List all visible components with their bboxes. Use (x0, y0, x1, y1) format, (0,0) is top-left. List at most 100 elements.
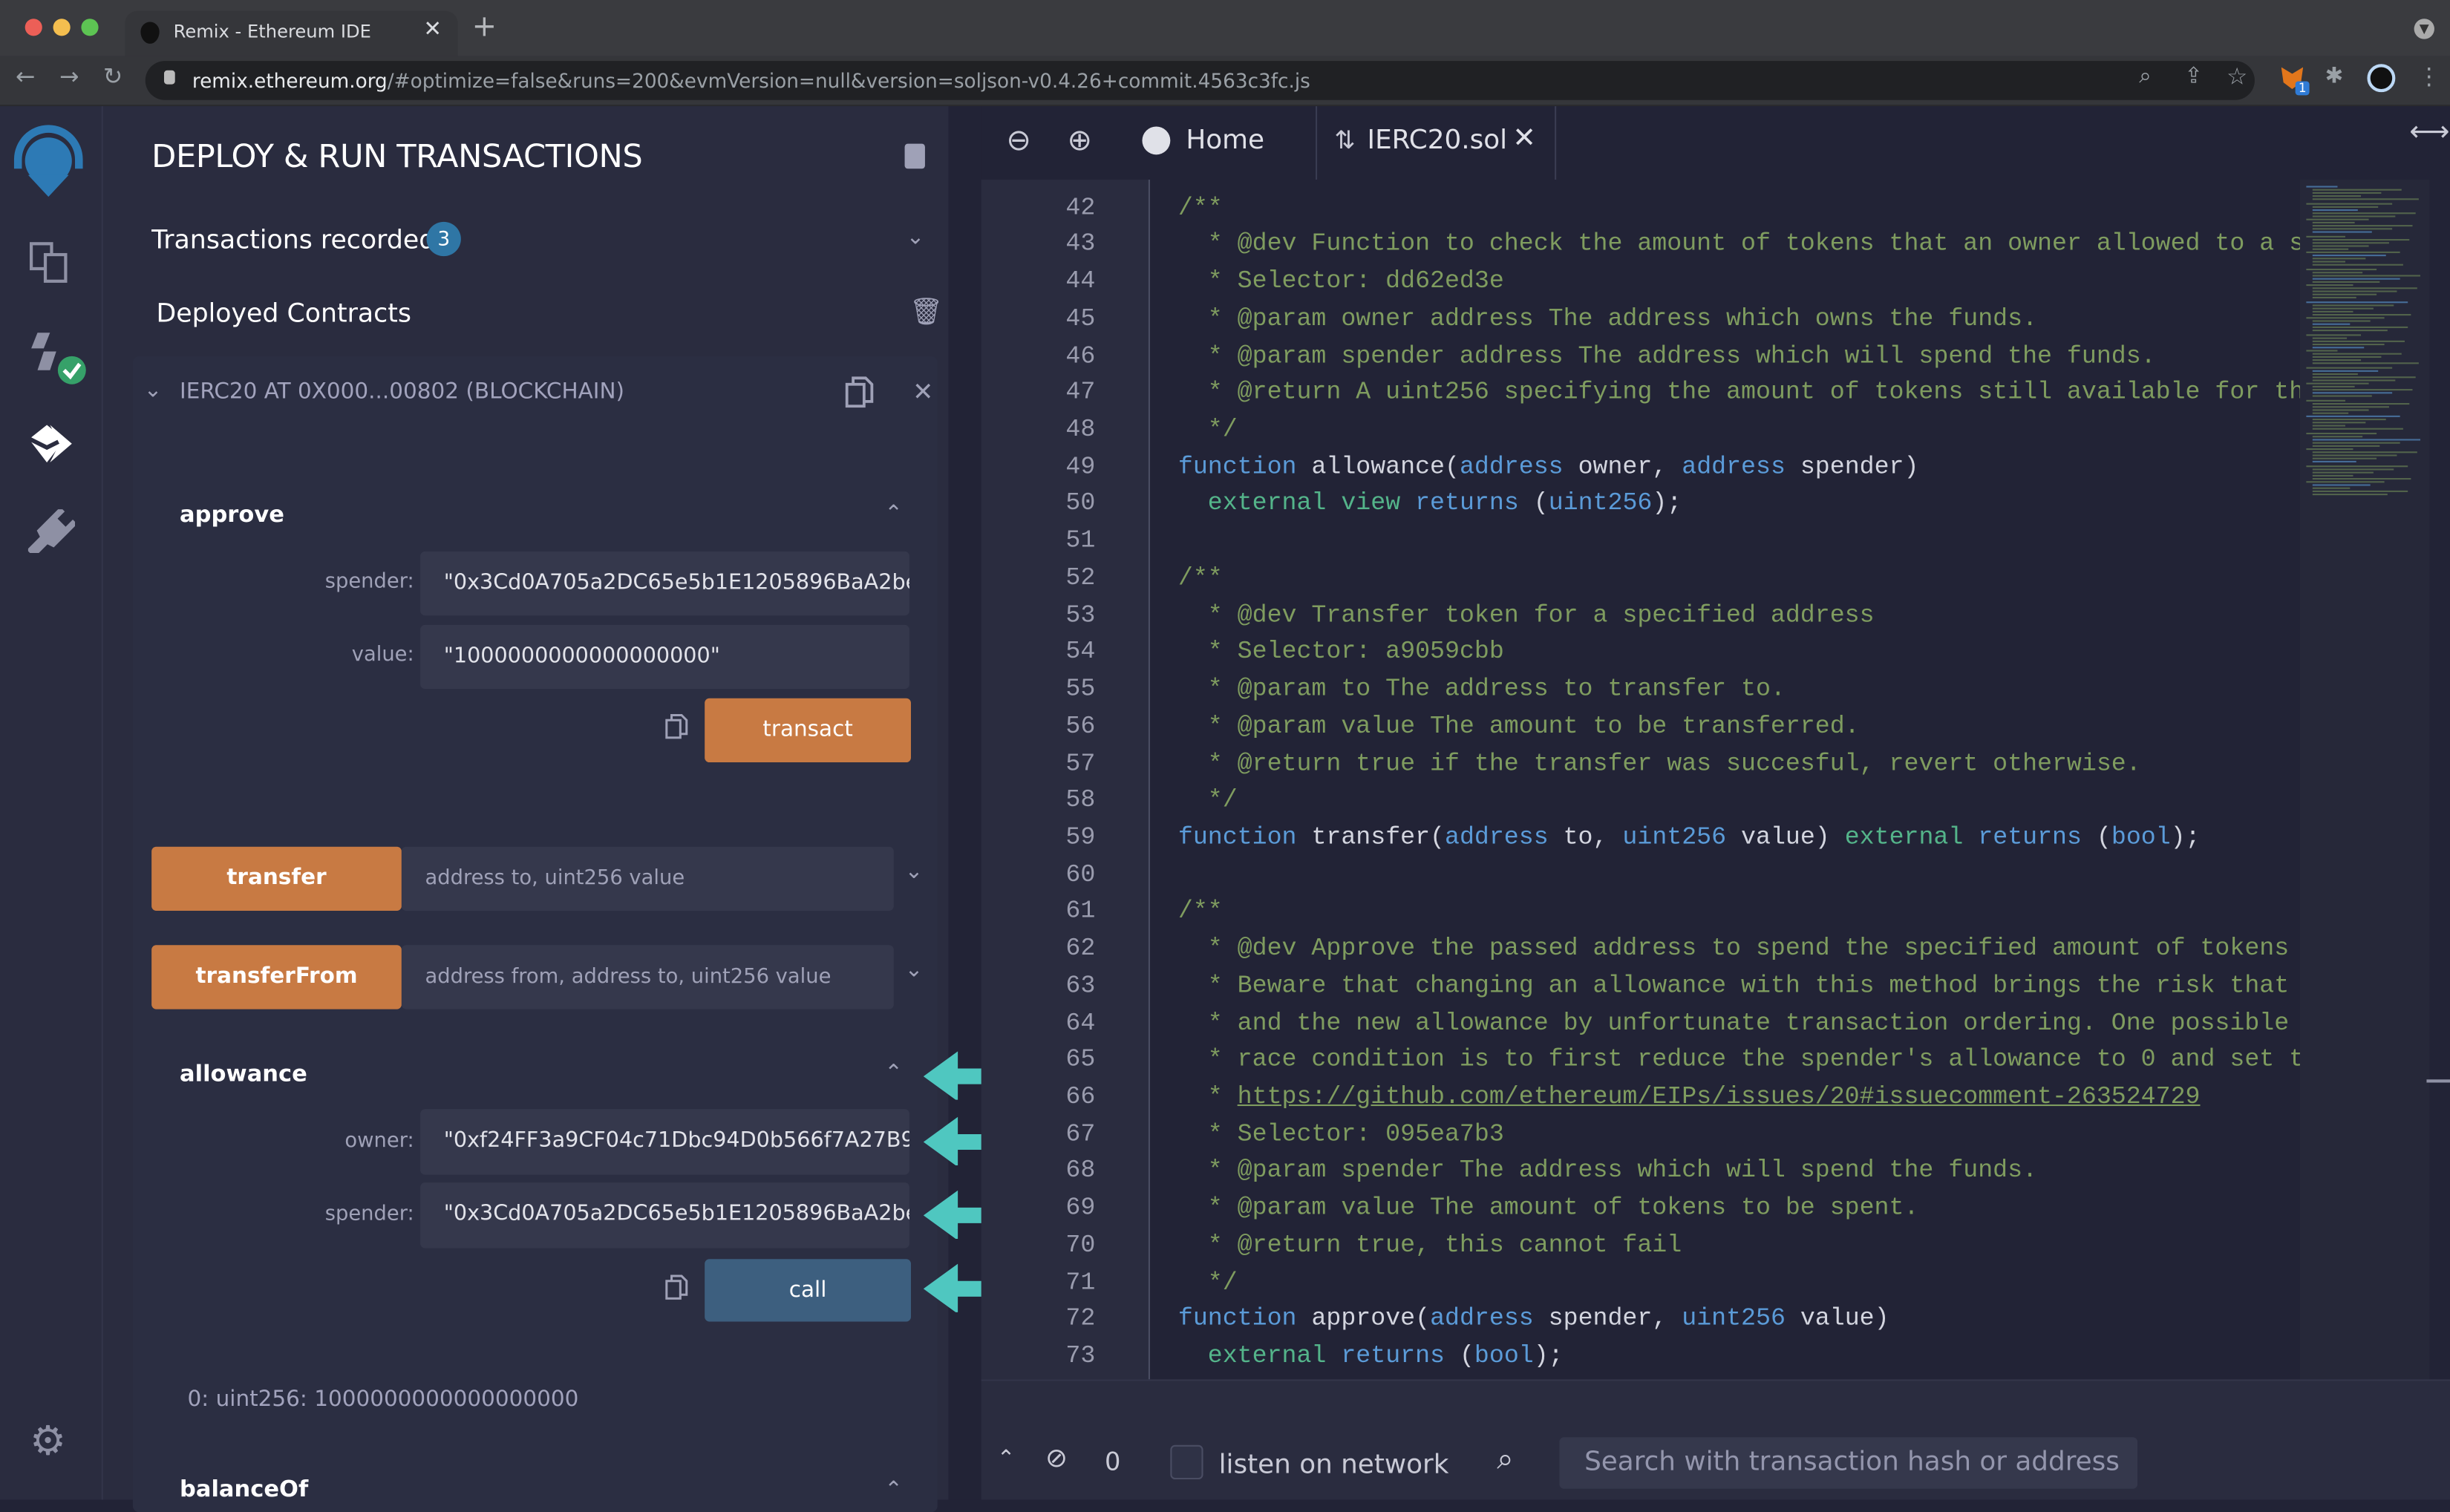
transact-button[interactable]: transact (705, 698, 911, 763)
transferfrom-args-input[interactable]: address from, address to, uint256 value (401, 945, 894, 1009)
code-line: */ (1178, 786, 1238, 814)
allowance-owner-input[interactable]: "0xf24FF3a9CF04c71Dbc94D0b566f7A27B94 (420, 1109, 909, 1175)
transferfrom-expand-chevron-icon[interactable]: ⌄ (905, 958, 924, 983)
minimize-window-button[interactable] (53, 19, 71, 36)
editor-scrollbar[interactable] (2426, 180, 2450, 1380)
minimap-line (2312, 195, 2362, 197)
code-token: function (1177, 823, 1297, 851)
code-line: * @return true if the transfer was succe… (1178, 749, 2141, 777)
tab-home-label: Home (1186, 125, 1265, 157)
close-tab-icon[interactable]: ✕ (1512, 122, 1536, 154)
line-number: 72 (1065, 1304, 1096, 1333)
approve-spender-input[interactable]: "0x3Cd0A705a2DC65e5b1E1205896BaA2be8 (420, 551, 909, 616)
code-token: * @param value The amount of tokens to b… (1177, 1194, 1919, 1223)
browser-menu-icon[interactable]: ⋮ (2417, 62, 2441, 91)
listen-network-checkbox[interactable] (1170, 1444, 1203, 1480)
minimap-line (2312, 458, 2377, 460)
tab-ierc20-sol[interactable]: ⇅ IERC20.sol ✕ (1317, 106, 1557, 180)
maximize-window-button[interactable] (81, 19, 99, 36)
plugin-manager-icon[interactable] (27, 509, 76, 554)
code-line: */ (1178, 1268, 1238, 1296)
minimap-line (2312, 379, 2396, 382)
minimap-line (2312, 294, 2377, 296)
approve-value-input[interactable]: "1000000000000000000" (420, 624, 909, 690)
solidity-compiler-icon[interactable] (28, 330, 91, 392)
share-icon[interactable]: ⇪ (2184, 64, 2203, 89)
minimap-line (2306, 431, 2377, 434)
code-token: allowance( (1296, 452, 1460, 481)
trash-icon[interactable]: 🗑 (909, 297, 943, 328)
minimap-line (2312, 248, 2349, 250)
line-number: 47 (1065, 378, 1096, 407)
expand-panel-icon[interactable]: ⟷ (2409, 116, 2449, 148)
transaction-search-input[interactable]: Search with transaction hash or address (1559, 1437, 2138, 1489)
copy-calldata-icon[interactable] (664, 1273, 689, 1301)
code-token: */ (1177, 415, 1238, 444)
bookmark-star-icon[interactable]: ☆ (2227, 62, 2247, 91)
transfer-args-input[interactable]: address to, uint256 value (401, 846, 894, 911)
extensions-puzzle-icon[interactable]: ✱ (2325, 64, 2344, 89)
close-window-button[interactable] (24, 19, 42, 36)
line-number: 63 (1065, 971, 1096, 1000)
tab-search-icon[interactable]: ▼ (2414, 19, 2434, 39)
code-line: * race condition is to first reduce the … (1178, 1046, 2300, 1074)
tab-home[interactable]: Home (1137, 106, 1316, 180)
allowance-spender-input[interactable]: "0x3Cd0A705a2DC65e5b1E1205896BaA2be8 (420, 1182, 909, 1248)
lock-icon (163, 70, 175, 85)
transfer-button[interactable]: transfer (151, 846, 402, 911)
line-number: 51 (1065, 526, 1096, 555)
chevron-down-icon[interactable]: ⌄ (906, 225, 925, 250)
code-line: /** (1178, 897, 1223, 926)
code-line: * @return A uint256 specifying the amoun… (1178, 379, 2300, 407)
back-icon[interactable]: ← (16, 62, 35, 91)
settings-gear-icon[interactable]: ⚙ (30, 1418, 66, 1465)
code-minimap[interactable] (2299, 180, 2430, 1380)
code-token: */ (1177, 1268, 1238, 1296)
code-line: * @dev Function to check the amount of t… (1178, 230, 2300, 258)
remix-logo-icon[interactable] (6, 122, 91, 200)
file-explorer-icon[interactable] (28, 240, 72, 284)
minimap-line (2306, 481, 2385, 483)
minimap-line (2306, 382, 2369, 384)
code-editor[interactable]: /** * @dev Function to check the amount … (1149, 180, 2300, 1380)
transferfrom-button[interactable]: transferFrom (151, 945, 402, 1009)
reload-icon[interactable]: ↻ (103, 62, 122, 91)
minimap-line (2312, 327, 2408, 329)
documentation-book-icon[interactable] (904, 143, 925, 169)
editor-tab-bar: ⊖ ⊕ Home ⇅ IERC20.sol ✕ ⟷ (981, 106, 2450, 180)
new-tab-icon[interactable]: + (472, 10, 497, 44)
line-number: 66 (1065, 1082, 1096, 1111)
remove-contract-icon[interactable]: ✕ (912, 376, 933, 406)
forward-icon[interactable]: → (59, 62, 79, 91)
url-input[interactable]: remix.ethereum.org/#optimize=false&runs=… (145, 61, 2255, 100)
minimap-line (2306, 317, 2385, 319)
copy-address-icon[interactable] (843, 375, 875, 409)
transfer-expand-chevron-icon[interactable]: ⌄ (905, 860, 924, 885)
contract-collapse-chevron-icon[interactable]: ⌄ (144, 378, 163, 403)
transactions-recorded-label[interactable]: Transactions recorded (151, 225, 435, 255)
code-token: /** (1177, 563, 1223, 592)
close-tab-icon[interactable]: ✕ (423, 17, 442, 42)
code-link[interactable]: https://github.com/ethereum/EIPs/issues/… (1238, 1082, 2201, 1110)
clear-console-icon[interactable]: ⊘ (1045, 1444, 1068, 1475)
code-token: * @return true if the transfer was succe… (1177, 749, 2141, 778)
pending-tx-count: 0 (1104, 1446, 1121, 1476)
deploy-run-icon[interactable] (28, 422, 75, 465)
contract-header[interactable]: IERC20 AT 0X000...00802 (BLOCKCHAIN) (180, 379, 624, 405)
code-token: bool (2111, 823, 2171, 851)
copy-calldata-icon[interactable] (664, 713, 689, 741)
toggle-terminal-icon[interactable]: ⌃ (997, 1447, 1016, 1472)
minimap-line (2312, 474, 2353, 477)
line-number: 48 (1065, 415, 1096, 444)
chevron-up-icon[interactable]: ⌃ (884, 502, 903, 527)
code-line: external view returns (uint256); (1178, 490, 1682, 518)
zoom-icon[interactable]: ⌕ (2139, 64, 2152, 89)
code-line: * @param owner address The address which… (1178, 304, 2037, 333)
browser-tab[interactable]: Remix - Ethereum IDE ✕ (125, 10, 458, 56)
line-number: 57 (1065, 749, 1096, 778)
call-button[interactable]: call (705, 1259, 911, 1322)
chevron-up-icon[interactable]: ⌃ (884, 1061, 903, 1086)
zoom-in-icon[interactable]: ⊕ (1067, 123, 1092, 157)
profile-avatar[interactable] (2367, 64, 2396, 93)
zoom-out-icon[interactable]: ⊖ (1006, 123, 1031, 157)
